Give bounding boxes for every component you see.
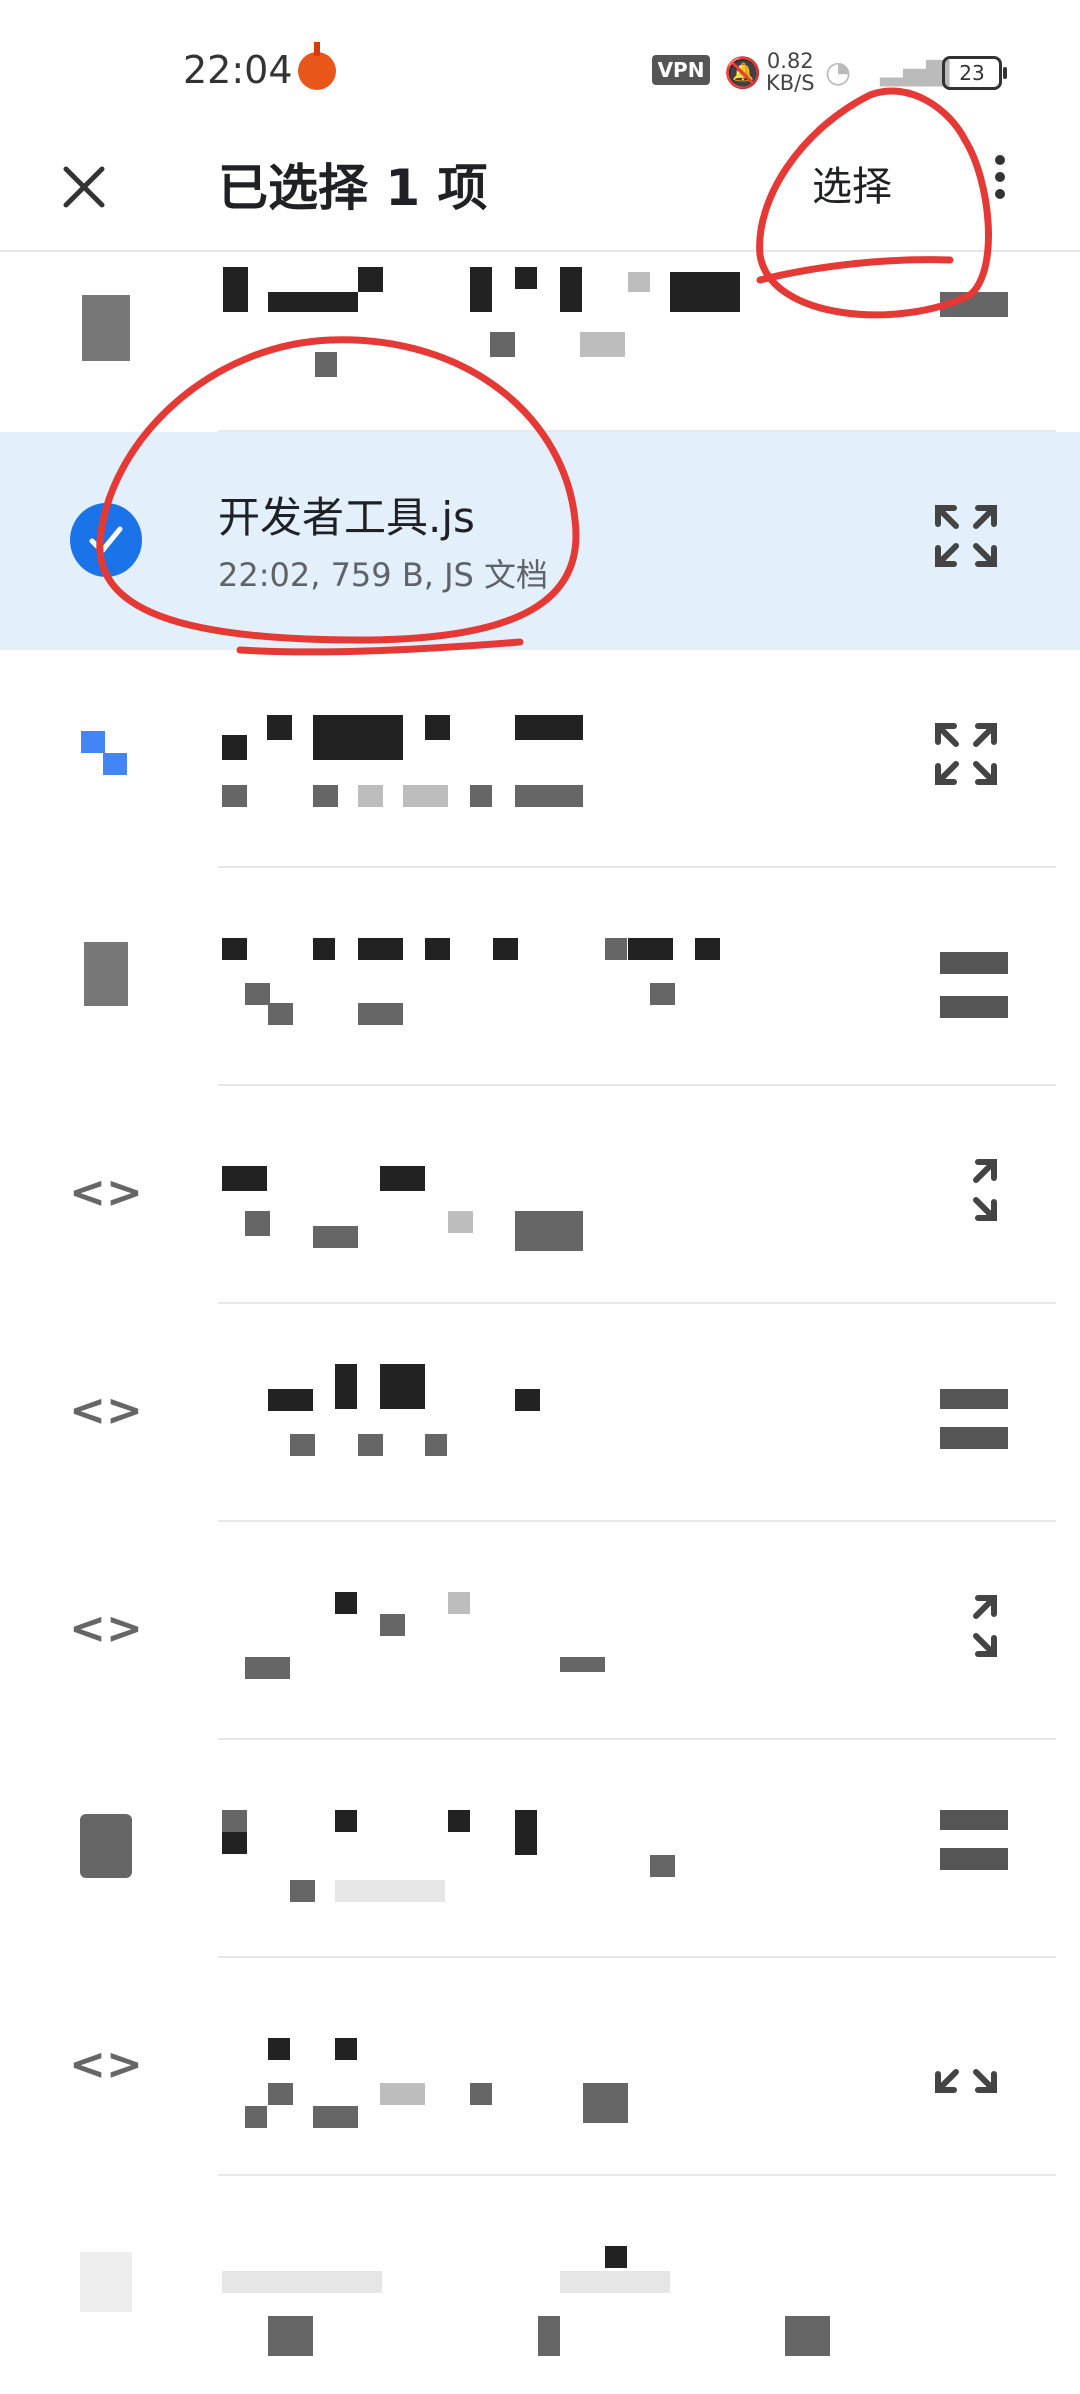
list-item[interactable] — [0, 868, 1080, 1086]
file-name: 开发者工具.js — [218, 493, 475, 542]
expand-icon — [973, 1159, 997, 1221]
expand-icon — [935, 2069, 997, 2093]
file-icon — [70, 720, 142, 792]
code-icon: <> — [69, 1166, 143, 1218]
expand-button[interactable] — [928, 1152, 1004, 1228]
expand-icon — [935, 505, 997, 567]
expand-button[interactable] — [928, 1588, 1004, 1664]
signal-icon: ▂▄▆ — [880, 52, 950, 87]
list-item[interactable]: <> — [0, 1304, 1080, 1522]
page-title: 已选择 1 项 — [218, 159, 488, 217]
file-icon — [70, 292, 142, 364]
more-vert-icon — [982, 155, 1018, 199]
close-icon — [63, 166, 105, 208]
status-time: 22:04 — [183, 48, 293, 92]
select-button[interactable]: 选择 — [812, 154, 892, 212]
list-item[interactable]: <> — [0, 1086, 1080, 1304]
list-item[interactable] — [0, 650, 1080, 868]
list-item[interactable] — [0, 2176, 1080, 2394]
close-button[interactable] — [52, 155, 116, 219]
code-icon: <> — [69, 1384, 143, 1436]
check-circle-icon — [70, 503, 142, 577]
list-item[interactable]: <> — [0, 1958, 1080, 2176]
code-icon: <> — [69, 2038, 143, 2090]
net-speed-unit: KB/S — [766, 71, 815, 95]
code-icon: <> — [69, 1602, 143, 1654]
list-item[interactable] — [0, 1740, 1080, 1958]
expand-button[interactable] — [928, 2024, 1004, 2100]
selection-checkbox[interactable] — [70, 503, 142, 577]
list-item[interactable] — [0, 252, 1080, 432]
list-item[interactable]: <> — [0, 1522, 1080, 1740]
expand-icon — [935, 723, 997, 785]
mute-bell-icon: 🔕 — [724, 56, 762, 91]
more-options-button[interactable] — [982, 150, 1018, 210]
expand-icon — [973, 1595, 997, 1657]
file-icon — [70, 938, 142, 1010]
file-icon — [70, 2246, 142, 2318]
net-speed-value: 0.82 — [766, 49, 814, 73]
list-item-selected[interactable]: 开发者工具.js 22:02, 759 B, JS 文档 — [0, 432, 1080, 650]
vpn-badge: VPN — [652, 55, 710, 85]
file-icon — [70, 1810, 142, 1882]
net-speed: 0.82 KB/S — [766, 50, 815, 94]
battery-icon: 23 — [942, 56, 1007, 90]
notification-pumpkin-icon — [298, 42, 336, 90]
expand-button[interactable] — [928, 498, 1004, 574]
wifi-icon: ◔ — [825, 55, 852, 90]
status-bar: 22:04 VPN 🔕 0.82 KB/S ◔ ▂▄▆ 23 — [0, 0, 1080, 140]
file-meta: 22:02, 759 B, JS 文档 — [218, 556, 549, 594]
expand-button[interactable] — [928, 716, 1004, 792]
